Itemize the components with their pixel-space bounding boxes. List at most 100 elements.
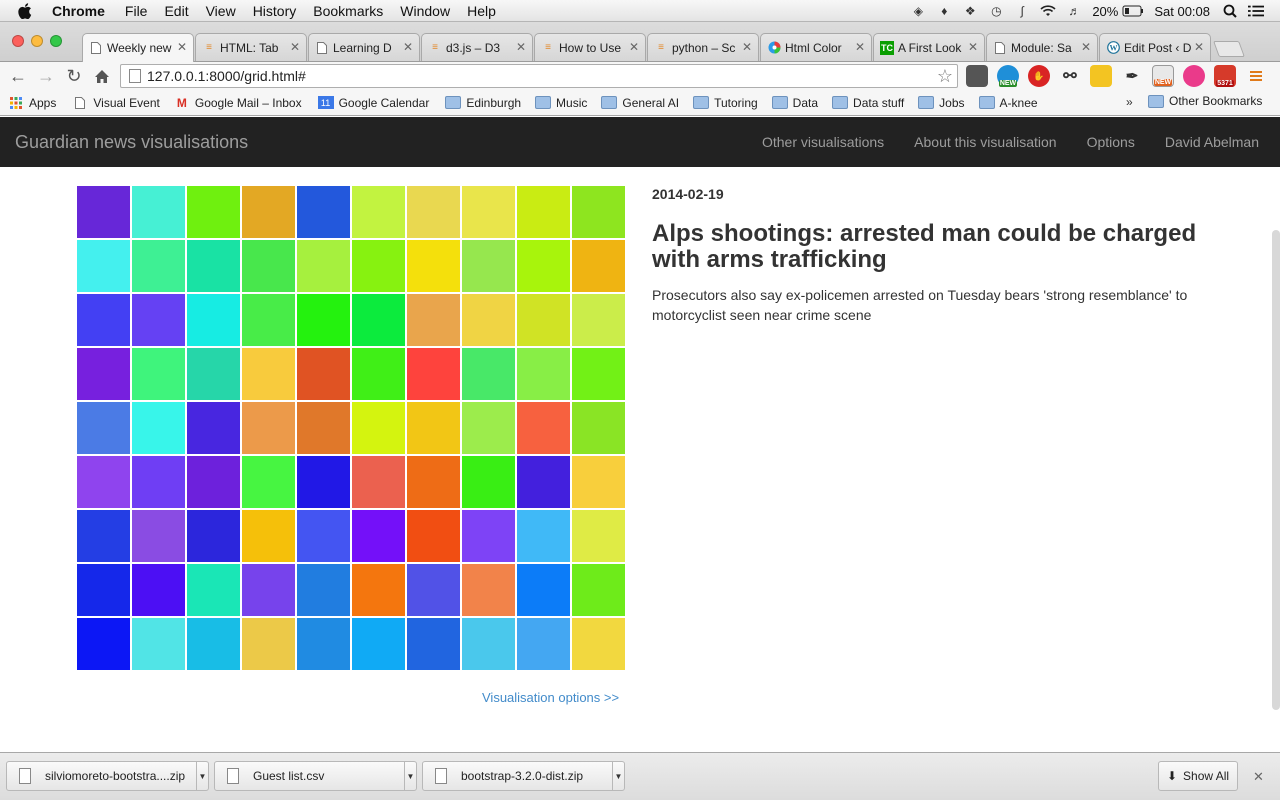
close-tab-icon[interactable]: ✕ — [177, 40, 187, 54]
wifi-icon[interactable] — [1040, 4, 1056, 18]
extension-icon[interactable] — [966, 65, 988, 87]
grid-cell[interactable] — [242, 240, 295, 292]
bookmark-visual-event[interactable]: Visual Event — [72, 96, 160, 110]
grid-cell[interactable] — [132, 564, 185, 616]
close-window-button[interactable] — [12, 35, 24, 47]
dropbox-icon[interactable]: ❖ — [962, 4, 978, 18]
grid-cell[interactable] — [297, 186, 350, 238]
nav-other-visualisations[interactable]: Other visualisations — [762, 134, 884, 150]
tab-module[interactable]: Module: Sa ✕ — [986, 33, 1098, 61]
bookmark-folder-edinburgh[interactable]: Edinburgh — [445, 96, 521, 110]
battery-icon[interactable] — [1122, 4, 1144, 18]
grid-cell[interactable] — [572, 348, 625, 400]
grid-cell[interactable] — [132, 186, 185, 238]
notification-bell-icon[interactable]: ♦ — [936, 4, 952, 18]
grid-cell[interactable] — [187, 294, 240, 346]
grid-cell[interactable] — [132, 240, 185, 292]
new-tab-button[interactable] — [1213, 41, 1245, 57]
download-menu-chevron-icon[interactable]: ▼ — [612, 762, 624, 790]
grid-cell[interactable] — [352, 564, 405, 616]
bookmark-other-bookmarks[interactable]: Other Bookmarks — [1148, 94, 1262, 108]
grid-cell[interactable] — [517, 186, 570, 238]
bookmark-folder-jobs[interactable]: Jobs — [918, 96, 965, 110]
menu-bookmarks[interactable]: Bookmarks — [313, 3, 383, 19]
adblock-icon[interactable]: ✋ — [1028, 65, 1050, 87]
grid-cell[interactable] — [407, 402, 460, 454]
grid-cell[interactable] — [462, 348, 515, 400]
grid-cell[interactable] — [132, 510, 185, 562]
grid-cell[interactable] — [242, 402, 295, 454]
bookmark-folder-music[interactable]: Music — [535, 96, 587, 110]
grid-cell[interactable] — [242, 456, 295, 508]
reload-icon[interactable]: ↻ — [60, 64, 88, 88]
grid-cell[interactable] — [352, 618, 405, 670]
grid-cell[interactable] — [517, 456, 570, 508]
extension-new-icon-2[interactable]: NEW — [1152, 65, 1174, 87]
grid-cell[interactable] — [517, 294, 570, 346]
grid-cell[interactable] — [187, 564, 240, 616]
menu-view[interactable]: View — [206, 3, 236, 19]
apple-icon[interactable] — [18, 2, 38, 19]
navbar-brand[interactable]: Guardian news visualisations — [15, 132, 248, 153]
grid-cell[interactable] — [572, 294, 625, 346]
grid-cell[interactable] — [297, 618, 350, 670]
close-tab-icon[interactable]: ✕ — [1194, 40, 1204, 54]
grid-cell[interactable] — [242, 186, 295, 238]
close-tab-icon[interactable]: ✕ — [968, 40, 978, 54]
grid-cell[interactable] — [132, 618, 185, 670]
close-tab-icon[interactable]: ✕ — [742, 40, 752, 54]
bookmark-apps[interactable]: Apps — [8, 96, 56, 110]
grid-cell[interactable] — [242, 618, 295, 670]
grid-cell[interactable] — [77, 510, 130, 562]
grid-cell[interactable] — [187, 402, 240, 454]
grid-cell[interactable] — [462, 456, 515, 508]
grid-cell[interactable] — [352, 240, 405, 292]
close-tab-icon[interactable]: ✕ — [290, 40, 300, 54]
menu-help[interactable]: Help — [467, 3, 496, 19]
grid-cell[interactable] — [517, 618, 570, 670]
forward-arrow-icon[interactable]: → — [32, 64, 60, 88]
grid-cell[interactable] — [297, 240, 350, 292]
incognito-icon[interactable]: ⚯ — [1059, 65, 1081, 87]
grid-cell[interactable] — [407, 348, 460, 400]
tab-first-look[interactable]: TC A First Look ✕ — [873, 33, 985, 61]
bookmark-folder-a-knee[interactable]: A-knee — [978, 96, 1038, 110]
close-downloads-bar-icon[interactable]: ✕ — [1253, 769, 1264, 785]
chrome-menu-icon[interactable] — [1245, 65, 1267, 87]
bluetooth-icon[interactable]: ∫ — [1014, 4, 1030, 18]
show-all-downloads-button[interactable]: ⬇ Show All — [1158, 761, 1238, 791]
nav-user-name[interactable]: David Abelman — [1165, 134, 1259, 150]
evernote-icon[interactable]: ◈ — [910, 4, 926, 18]
notification-center-icon[interactable] — [1248, 4, 1264, 18]
tab-how-to-use[interactable]: ≡ How to Use ✕ — [534, 33, 646, 61]
grid-cell[interactable] — [407, 618, 460, 670]
bookmark-folder-data[interactable]: Data — [771, 96, 818, 110]
grid-cell[interactable] — [572, 510, 625, 562]
grid-cell[interactable] — [297, 456, 350, 508]
grid-cell[interactable] — [352, 456, 405, 508]
grid-cell[interactable] — [517, 510, 570, 562]
grid-cell[interactable] — [187, 240, 240, 292]
bookmark-folder-tutoring[interactable]: Tutoring — [693, 96, 758, 110]
menu-edit[interactable]: Edit — [164, 3, 188, 19]
grid-cell[interactable] — [572, 456, 625, 508]
grid-cell[interactable] — [77, 456, 130, 508]
grid-cell[interactable] — [407, 510, 460, 562]
grid-cell[interactable] — [187, 348, 240, 400]
grid-cell[interactable] — [297, 510, 350, 562]
download-item-guest-list[interactable]: Guest list.csv ▼ — [214, 761, 417, 791]
grid-cell[interactable] — [462, 402, 515, 454]
close-tab-icon[interactable]: ✕ — [516, 40, 526, 54]
grid-cell[interactable] — [132, 348, 185, 400]
grid-cell[interactable] — [407, 564, 460, 616]
extension-yellow-icon[interactable] — [1090, 65, 1112, 87]
close-tab-icon[interactable]: ✕ — [403, 40, 413, 54]
menu-history[interactable]: History — [253, 3, 297, 19]
grid-cell[interactable] — [462, 186, 515, 238]
extension-pink-icon[interactable] — [1183, 65, 1205, 87]
download-item-bootstrap-dist[interactable]: bootstrap-3.2.0-dist.zip ▼ — [422, 761, 625, 791]
back-arrow-icon[interactable]: ← — [4, 64, 32, 88]
bookmark-google-calendar[interactable]: 11 Google Calendar — [317, 96, 429, 110]
tab-python[interactable]: ≡ python – Sc ✕ — [647, 33, 759, 61]
grid-cell[interactable] — [462, 510, 515, 562]
